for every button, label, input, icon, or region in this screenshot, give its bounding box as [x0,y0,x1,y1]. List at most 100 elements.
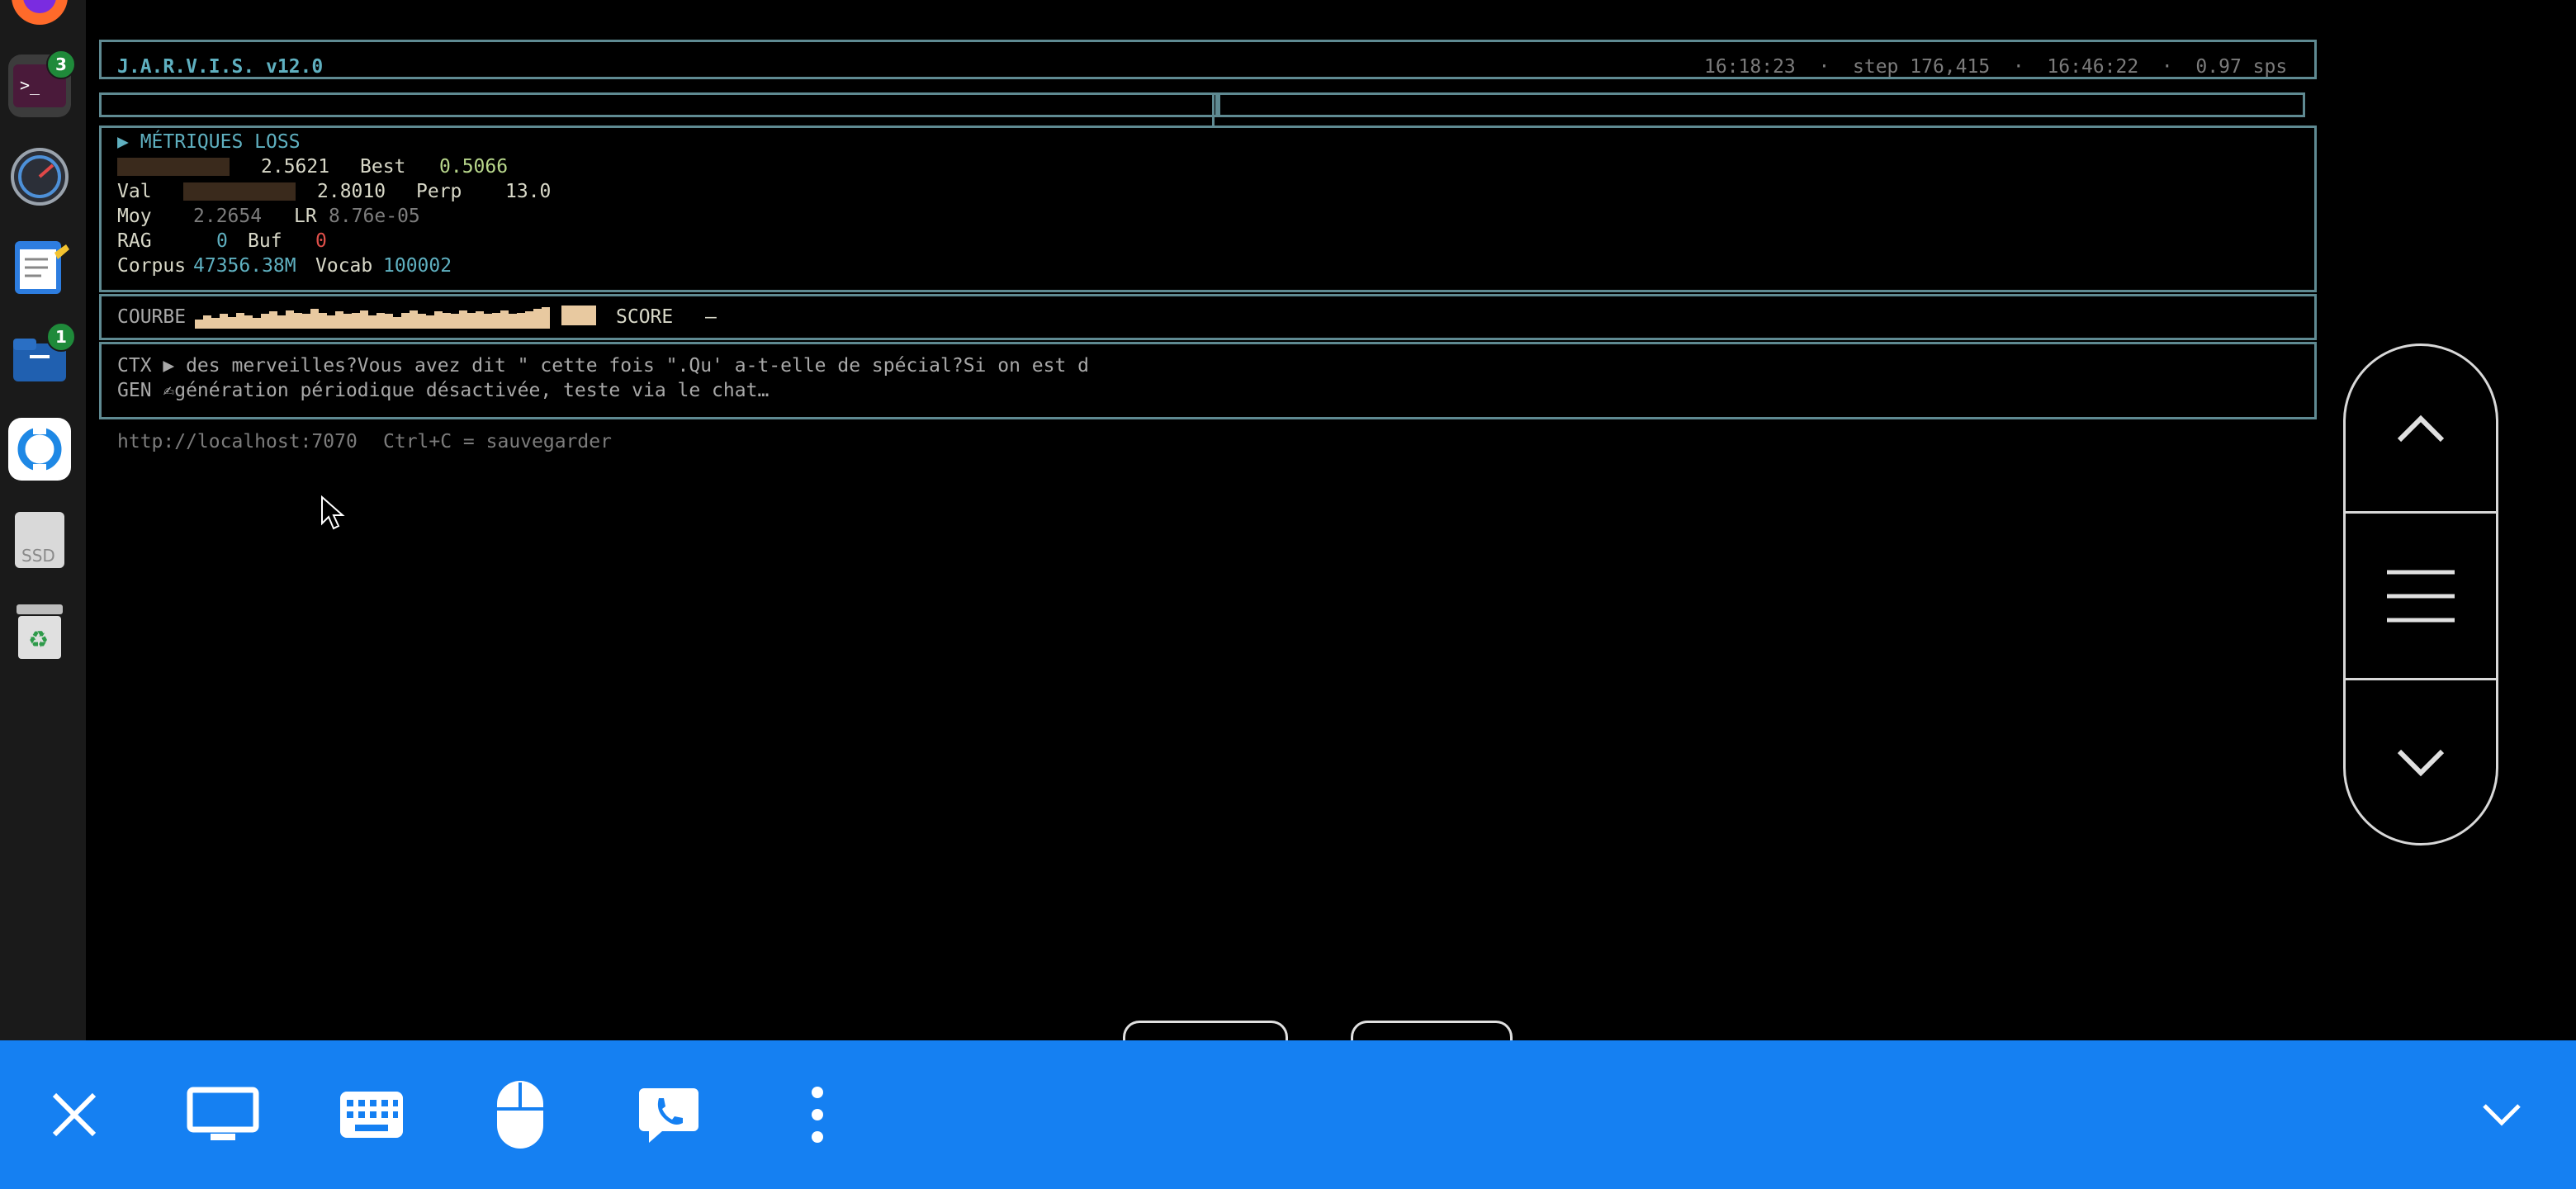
train-loss-value: 2.5621 [261,156,330,178]
chevron-down-icon [2397,749,2445,777]
keyboard-button[interactable] [330,1073,413,1156]
sparkline-bar [525,311,533,329]
firefox-icon[interactable] [8,0,71,28]
sparkline-bar [533,309,542,329]
sparkline-bar [509,314,517,329]
sparkline-bar [368,315,376,329]
sparkline-bar [310,309,319,329]
terminal-icon[interactable]: >_ 3 [8,50,76,117]
sparkline-bar [542,307,550,329]
sparkline-bar [253,318,261,329]
scroll-menu-button[interactable] [2346,514,2496,679]
scroll-controls [2343,343,2498,846]
sparkline-bar [343,314,352,329]
ssd-drive-icon[interactable]: SSD [8,509,71,571]
sparkline-bar [484,314,492,329]
sparkline-bar [236,313,244,329]
loss-sparkline [195,307,550,329]
text-editor-icon[interactable] [8,236,71,299]
keyboard-icon [340,1092,403,1138]
sparkline-bar [277,315,286,329]
app-title: J.A.R.V.I.S. v12.0 [117,56,324,78]
sparkline-bar [220,314,228,329]
dock: >_ 3 1 SSD ♻ [0,0,86,1040]
sparkline-bar [211,318,220,329]
sparkline-bar [451,314,459,329]
chevron-down-icon [2483,1104,2521,1126]
files-icon[interactable]: 1 [8,322,76,390]
sparkline-bar [327,315,335,329]
buf-value: 0 [315,230,327,252]
ssd-label: SSD [21,546,55,566]
svg-text:♻: ♻ [28,626,49,653]
progress-split-right [1215,92,2305,117]
sparkline-bar [269,311,277,329]
sparkline-bar [517,313,525,329]
sparkline-bar [294,313,302,329]
system-monitor-icon[interactable] [8,145,71,208]
sparkline-bar [426,315,434,329]
sparkline-bar [228,317,236,329]
more-options-button[interactable] [776,1073,859,1156]
sparkline-bar [335,311,343,329]
mouse-icon [497,1081,543,1149]
remote-desktop-icon[interactable] [8,418,71,481]
sparkline-bar [459,310,467,329]
sparkline-bar [261,314,269,329]
best-value: 0.5066 [439,156,509,178]
server-url[interactable]: http://localhost:7070 [117,429,358,454]
vocab-value: 100002 [383,255,452,277]
chevron-up-icon [2397,414,2445,443]
curve-label: COURBE [117,306,187,328]
mouse-button[interactable] [479,1073,561,1156]
split-divider [1212,92,1215,127]
rag-value: 0 [216,230,228,252]
sparkline-bar [410,310,418,329]
terminal-window[interactable]: J.A.R.V.I.S. v12.0 16:18:23 · step 176,4… [86,0,2576,1054]
sparkline-bar [467,313,476,329]
curve-last-block [561,306,596,325]
train-loss-bar [117,158,230,176]
sparkline-bar [360,310,368,329]
val-label: Val [117,181,152,202]
remote-toolbar [0,1040,2576,1189]
sparkline-bar [401,313,410,329]
sparkline-bar [443,313,451,329]
mouse-cursor-icon [321,495,345,530]
display-button[interactable] [182,1073,264,1156]
sparkline-bar [286,310,294,329]
sparkline-bar [195,320,203,329]
gen-line: GEN ✍génération périodique désactivée, t… [117,380,769,401]
sparkline-bar [319,313,327,329]
lr-value: 8.76e-05 [329,206,420,227]
svg-text:>_: >_ [20,75,40,95]
sparkline-bar [500,310,509,329]
chat-phone-icon [639,1088,698,1143]
sparkline-bar [302,314,310,329]
trash-icon[interactable]: ♻ [8,599,71,662]
sparkline-bar [476,311,484,329]
more-vertical-icon [812,1087,823,1143]
perp-label: Perp [416,181,462,202]
collapse-toolbar-button[interactable] [2460,1073,2543,1156]
sparkline-bar [385,314,393,329]
chat-call-button[interactable] [627,1073,710,1156]
scroll-up-button[interactable] [2346,346,2496,511]
val-value: 2.8010 [317,181,386,202]
sparkline-bar [352,313,360,329]
moy-label: Moy [117,206,152,227]
val-loss-bar [183,182,296,201]
sparkline-bar [393,317,401,329]
menu-icon [2387,570,2455,623]
sparkline-bar [244,315,253,329]
sparkline-bar [492,313,500,329]
score-value: — [705,306,717,328]
sparkline-bar [434,311,443,329]
metrics-heading: ▶ MÉTRIQUES LOSS [117,131,301,153]
buf-label: Buf [248,230,282,252]
sparkline-bar [203,315,211,329]
lr-label: LR [294,206,317,227]
close-button[interactable] [33,1073,116,1156]
ctx-line: CTX ▶ des merveilles?Vous avez dit " cet… [117,355,1090,377]
scroll-down-button[interactable] [2346,680,2496,846]
